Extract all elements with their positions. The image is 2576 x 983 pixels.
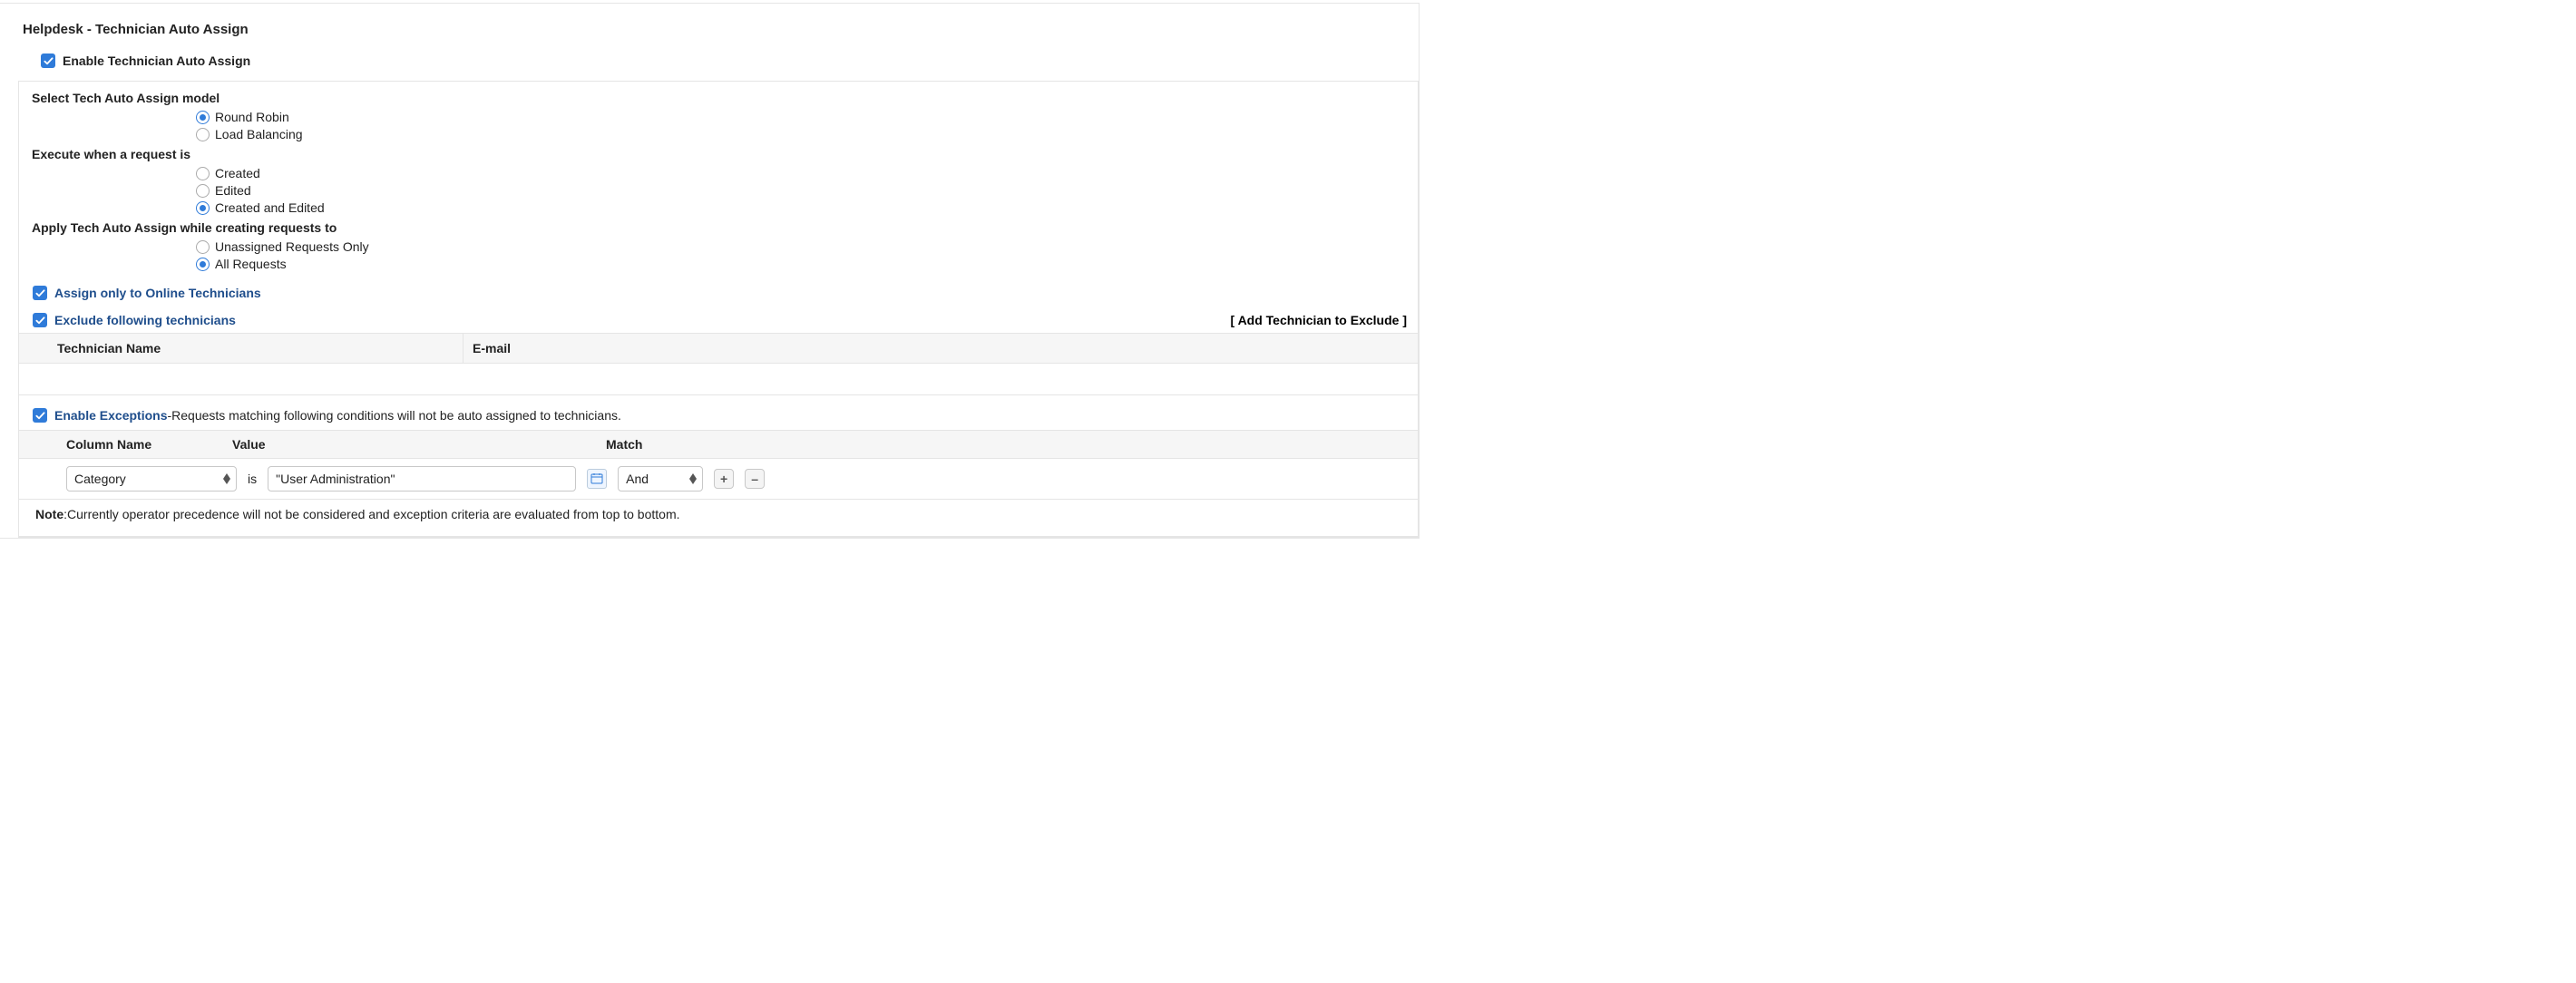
exclude-technicians-row: Exclude following technicians [ Add Tech… (19, 313, 1418, 327)
apply-scope-section-label: Apply Tech Auto Assign while creating re… (19, 220, 1418, 235)
note-row: Note:Currently operator precedence will … (19, 500, 1418, 537)
radio-label: Round Robin (215, 109, 289, 126)
is-label: is (248, 472, 257, 486)
technician-name-column-header: Technician Name (19, 334, 463, 363)
radio-label: Unassigned Requests Only (215, 238, 369, 256)
note-label: Note (35, 507, 63, 521)
column-name-header: Column Name (28, 437, 232, 452)
online-only-row: Assign only to Online Technicians (19, 286, 1418, 300)
column-name-select-value: Category (74, 472, 126, 486)
enable-exceptions-checkbox[interactable] (33, 408, 47, 423)
add-rule-button[interactable]: + (714, 469, 734, 489)
exclude-technicians-label: Exclude following technicians (54, 313, 236, 327)
radio-label: Created and Edited (215, 200, 325, 217)
page-title: Helpdesk - Technician Auto Assign (23, 22, 1396, 37)
radio-icon (196, 258, 210, 271)
match-select[interactable]: And (618, 466, 703, 492)
apply-scope-option-unassigned[interactable]: Unassigned Requests Only (196, 238, 1418, 256)
stepper-caret-icon (220, 470, 233, 488)
radio-icon (196, 201, 210, 215)
apply-scope-radio-group: Unassigned Requests Only All Requests (196, 238, 1418, 273)
exceptions-columns-header: Column Name Value Match (19, 430, 1418, 459)
execute-section-label: Execute when a request is (19, 147, 1418, 161)
value-input[interactable]: "User Administration" (268, 466, 576, 492)
radio-label: All Requests (215, 256, 287, 273)
radio-label: Load Balancing (215, 126, 303, 143)
model-radio-group: Round Robin Load Balancing (196, 109, 1418, 143)
enable-exceptions-description: -Requests matching following conditions … (167, 408, 620, 423)
technician-table-header: Technician Name E-mail (19, 333, 1418, 364)
enable-exceptions-row: Enable Exceptions -Requests matching fol… (19, 408, 1418, 423)
match-select-value: And (626, 472, 649, 486)
radio-icon (196, 240, 210, 254)
enable-auto-assign-row: Enable Technician Auto Assign (23, 54, 1396, 68)
enable-auto-assign-label: Enable Technician Auto Assign (63, 54, 250, 68)
online-only-checkbox[interactable] (33, 286, 47, 300)
note-text: :Currently operator precedence will not … (63, 507, 679, 521)
picker-icon[interactable] (587, 469, 607, 489)
model-option-round-robin[interactable]: Round Robin (196, 109, 1418, 126)
radio-label: Edited (215, 182, 251, 200)
execute-option-edited[interactable]: Edited (196, 182, 1418, 200)
radio-icon (196, 111, 210, 124)
execute-option-created[interactable]: Created (196, 165, 1418, 182)
execute-radio-group: Created Edited Created and Edited (196, 165, 1418, 217)
enable-auto-assign-checkbox[interactable] (41, 54, 55, 68)
radio-label: Created (215, 165, 260, 182)
technician-table-empty-row (19, 364, 1418, 395)
apply-scope-option-all[interactable]: All Requests (196, 256, 1418, 273)
technician-email-column-header: E-mail (463, 334, 1418, 363)
add-technician-to-exclude-link[interactable]: [ Add Technician to Exclude ] (1231, 313, 1407, 327)
exception-rule-row: Category is "User Administration" (19, 459, 1418, 500)
value-input-text: "User Administration" (276, 472, 395, 486)
execute-option-created-and-edited[interactable]: Created and Edited (196, 200, 1418, 217)
radio-icon (196, 167, 210, 180)
online-only-label: Assign only to Online Technicians (54, 286, 261, 300)
model-section-label: Select Tech Auto Assign model (19, 82, 1418, 105)
model-option-load-balancing[interactable]: Load Balancing (196, 126, 1418, 143)
match-header: Match (586, 437, 642, 452)
radio-icon (196, 184, 210, 198)
column-name-select[interactable]: Category (66, 466, 237, 492)
stepper-caret-icon (687, 470, 699, 488)
exclude-technicians-checkbox[interactable] (33, 313, 47, 327)
radio-icon (196, 128, 210, 141)
remove-rule-button[interactable]: – (745, 469, 765, 489)
value-header: Value (232, 437, 586, 452)
enable-exceptions-label: Enable Exceptions (54, 408, 167, 423)
